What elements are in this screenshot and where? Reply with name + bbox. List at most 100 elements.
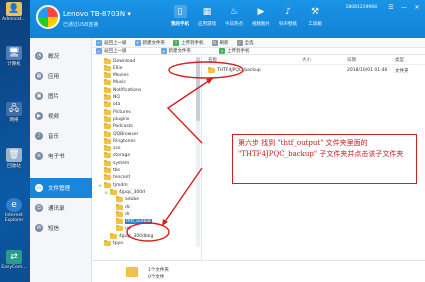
folder-icon (110, 188, 117, 195)
sidebar-item-file-manager[interactable]: ▭ 文件管理 (30, 178, 92, 198)
folder-icon (126, 267, 138, 277)
app-logo-icon (36, 5, 60, 29)
scrollbar-thumb[interactable] (196, 57, 200, 121)
sidebar-item-label: 通讯录 (48, 206, 65, 212)
desktop-item-computer[interactable]: 🖥 计算机 (2, 46, 26, 67)
file-name: THTF4JPQC_backup (217, 68, 261, 73)
tab-apps-games[interactable]: ▦ 应用游戏 (195, 5, 219, 28)
desktop-item-recycle-bin[interactable]: 🗑 回收站 (2, 148, 26, 169)
tab-hot-today[interactable]: ♨ 今日热点 (222, 5, 246, 28)
tab-toolbox[interactable]: ⚒ 工具箱 (303, 5, 327, 28)
sms-icon: ✉ (35, 224, 43, 232)
sidebar-item-pictures[interactable]: ▣ 图片 (30, 86, 92, 106)
sidebar-item-sms[interactable]: ✉ 短信 (30, 218, 92, 238)
picture-icon: ▣ (35, 92, 43, 100)
folder-icon (116, 225, 123, 232)
sidebar-item-overview[interactable]: ◔ 概况 (30, 46, 92, 66)
device-connection-status: 已通过USB连接 (63, 22, 99, 28)
tree-item-label: Movies (113, 73, 129, 79)
sidebar-item-label: 应用 (48, 74, 60, 80)
column-header-size[interactable]: 大小 (302, 57, 347, 63)
sidebar-item-apps[interactable]: ▦ 应用 (30, 66, 92, 86)
sidebar-item-contacts[interactable]: ☺ 通讯录 (30, 198, 92, 218)
folder-icon (104, 152, 111, 159)
tree-item-label: Notifications (113, 87, 142, 93)
network-icon: 🖧 (6, 102, 22, 116)
tree-item-label: ud (125, 226, 131, 232)
column-header-type[interactable]: 类型 (395, 57, 425, 63)
upload-button-secondary[interactable]: ↑ 上传到手机 (219, 48, 250, 54)
folder-icon (104, 108, 111, 115)
device-name[interactable]: Lenovo TB-8703N ▾ (63, 10, 131, 18)
folder-icon (104, 64, 111, 71)
toolbox-icon: ⚒ (310, 6, 320, 17)
annotation-callout: 第六步 找到 "thtf_output" 文件夹里面的 "THTF4JPQC_b… (232, 134, 417, 184)
tab-video-pictures[interactable]: ▶ 视频图片 (249, 5, 273, 28)
column-header-name[interactable]: 名称 (202, 57, 302, 63)
folder-icon (116, 218, 123, 225)
tree-item[interactable]: tpyo (98, 240, 123, 248)
folder-icon (104, 79, 111, 86)
table-row[interactable]: THTF4JPQC_backup 2018/10/01 01:46 文件夹 (202, 66, 425, 75)
tree-item-label: NQ (113, 95, 120, 100)
refresh-icon: ↻ (211, 39, 218, 46)
tree-item-label: ota (113, 102, 121, 108)
music-icon: ♪ (285, 6, 291, 17)
apps-icon: ▦ (202, 6, 212, 17)
new-folder-button-secondary[interactable]: + 新建文件夹 (160, 48, 191, 54)
tree-item-label: tjmdm (113, 182, 128, 188)
tree-expander-icon[interactable]: ⊖ (104, 190, 108, 195)
sidebar-item-music[interactable]: ♪ 音乐 (30, 126, 92, 146)
title-bar: Lenovo TB-8703N ▾ 已通过USB连接 ▯ 我的手机 ▦ 应用游戏… (30, 0, 425, 38)
desktop-item-label: 回收站 (7, 164, 21, 169)
sidebar-item-label: 概况 (48, 54, 60, 60)
tree-item-label: dr (125, 211, 130, 217)
sidebar-item-label: 电子书 (48, 154, 65, 160)
folder-icon: ▭ (35, 184, 43, 192)
tree-item-label: Ellie (113, 65, 123, 71)
tree-item-label: QQBrowser (113, 131, 139, 137)
account-phone-number[interactable]: 18081219968 (346, 5, 378, 10)
back-button-secondary[interactable]: ← 返回上一级 (96, 48, 127, 54)
refresh-button[interactable]: ↻ 刷新 (211, 39, 229, 46)
desktop-item-network[interactable]: 🖧 网络 (2, 102, 26, 123)
menu-button[interactable]: ☰ (387, 4, 395, 11)
desktop-item-label: 计算机 (7, 62, 21, 67)
status-file-count: 0个文件 (148, 275, 165, 280)
close-button[interactable]: ✕ (413, 4, 421, 11)
computer-icon: 🖥 (6, 46, 22, 60)
tree-scrollbar[interactable] (196, 57, 200, 247)
new-folder-button[interactable]: + 新建文件夹 (134, 39, 165, 46)
tab-ringtones-wallpapers[interactable]: ♪ 铃声壁纸 (276, 5, 300, 28)
back-button[interactable]: ← 返回上一级 (96, 39, 127, 46)
sidebar-item-ebook[interactable]: ≡ 电子书 (30, 146, 92, 166)
folder-icon (104, 72, 111, 79)
tree-item-label: thtf_output (125, 219, 153, 225)
column-header-date[interactable]: 日期 (347, 57, 395, 63)
folder-plus-icon: + (160, 48, 167, 54)
tree-expander-icon[interactable]: ⊖ (98, 183, 102, 188)
minimize-button[interactable]: — (400, 4, 408, 11)
folder-icon (208, 67, 215, 73)
tree-item-label: Download (113, 58, 136, 64)
file-date: 2018/10/01 01:46 (347, 68, 388, 73)
folder-icon (110, 232, 117, 239)
desktop-item-internet-explorer[interactable]: e Internet Explorer (2, 198, 26, 223)
desktop-item-label: EasyCom... (1, 265, 27, 270)
window-controls: ☰ — ✕ (387, 4, 421, 11)
folder-tree: Download Ellie Movies Music Notifications NQ o… (92, 55, 202, 260)
desktop-item-administrator[interactable]: 👤 Administ... (2, 2, 26, 22)
tree-item-label: Podcasts (113, 124, 133, 130)
toolbar-primary: ← 返回上一级 + 新建文件夹 ↑ 上传到手机 ↻ 刷新 ✓ 全选 (92, 38, 425, 48)
sidebar-item-label: 文件管理 (48, 186, 71, 192)
folder-icon (116, 196, 123, 203)
desktop-item-label: Administ... (2, 17, 26, 22)
tab-my-phone[interactable]: ▯ 我的手机 (168, 5, 192, 27)
upload-button[interactable]: ↑ 上传到手机 (173, 39, 204, 46)
sidebar-item-video[interactable]: ▶ 视频 (30, 106, 92, 126)
overview-icon: ◔ (35, 52, 43, 60)
select-all-button[interactable]: ✓ 全选 (236, 39, 254, 46)
user-folder-icon: 👤 (6, 2, 22, 16)
desktop-item-easycom[interactable]: ⇄ EasyCom... (1, 250, 27, 270)
checkbox-icon: ✓ (236, 39, 243, 46)
